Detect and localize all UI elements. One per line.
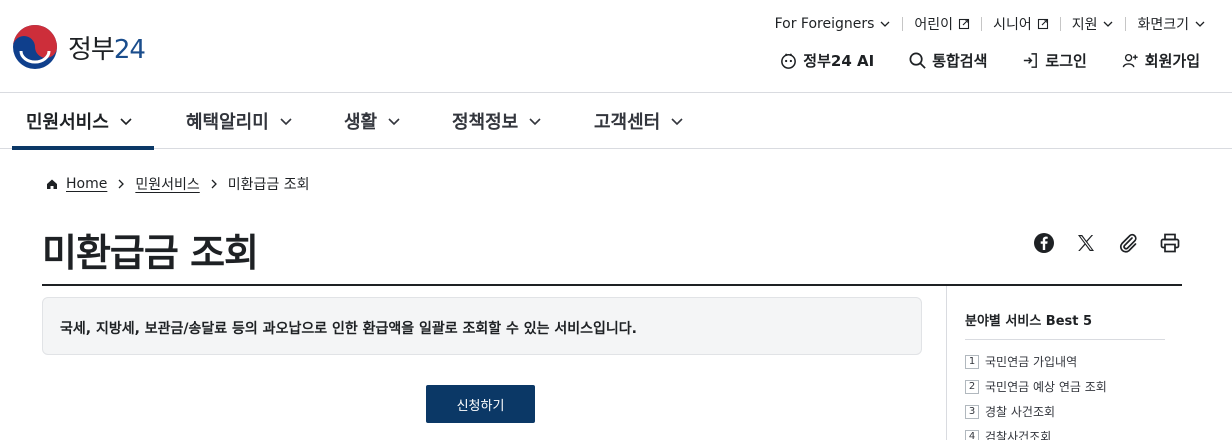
share-tools [1032, 231, 1182, 259]
copy-link-button[interactable] [1116, 231, 1140, 259]
ai-button-label: 정부24 AI [803, 52, 875, 70]
chevron-right-icon [118, 179, 125, 189]
util-support[interactable]: 지원 [1061, 14, 1126, 34]
list-item[interactable]: 2 국민연금 예상 연금 조회 [965, 374, 1165, 399]
signup-button-label: 회원가입 [1144, 52, 1200, 70]
list-item[interactable]: 1 국민연금 가입내역 [965, 349, 1165, 374]
search-icon [909, 52, 926, 69]
nav-policy-info-label: 정책정보 [452, 112, 519, 133]
title-divider [42, 284, 1182, 286]
nav-civil-service[interactable]: 민원서비스 [12, 93, 154, 150]
rank-badge: 2 [965, 379, 979, 394]
chevron-right-icon [211, 179, 217, 189]
nav-customer-center-label: 고객센터 [594, 112, 661, 133]
util-children[interactable]: 어린이 [903, 14, 981, 34]
rank-badge: 3 [965, 404, 979, 419]
breadcrumb-current: 미환급금 조회 [227, 177, 310, 193]
ai-button[interactable]: 정부24 AI [779, 50, 874, 71]
chevron-down-icon [880, 21, 890, 27]
login-button[interactable]: 로그인 [1021, 50, 1087, 71]
utility-menu: For Foreigners 어린이 시니어 지원 화면크기 [764, 14, 1206, 34]
sidebar-divider [946, 286, 947, 440]
chevron-down-icon [280, 118, 292, 126]
nav-customer-center[interactable]: 고객센터 [594, 93, 685, 149]
page-title: 미환급금 조회 [42, 231, 259, 275]
list-item-label: 국민연금 예상 연금 조회 [985, 380, 1107, 394]
util-screen-size-label: 화면크기 [1137, 17, 1189, 33]
breadcrumb-civil-service[interactable]: 민원서비스 [135, 174, 199, 194]
util-foreigners-label: For Foreigners [774, 16, 875, 32]
service-description-text: 국세, 지방세, 보관금/송달료 등의 과오납으로 인한 환급액을 일괄로 조회… [60, 321, 638, 337]
ai-mascot-icon [781, 53, 797, 69]
chevron-down-icon [1195, 21, 1205, 27]
printer-icon [1160, 233, 1180, 253]
nav-civil-service-label: 민원서비스 [26, 112, 109, 133]
apply-button[interactable]: 신청하기 [426, 385, 535, 423]
util-screen-size[interactable]: 화면크기 [1126, 14, 1206, 34]
service-description: 국세, 지방세, 보관금/송달료 등의 과오납으로 인한 환급액을 일괄로 조회… [42, 297, 922, 355]
search-button[interactable]: 통합검색 [908, 50, 987, 71]
logo-wordmark: 정부24 [68, 34, 146, 65]
list-item-label: 국민연금 가입내역 [985, 355, 1078, 369]
breadcrumb: Home 민원서비스 미환급금 조회 [46, 174, 309, 194]
util-senior-label: 시니어 [993, 17, 1032, 33]
nav-benefit-alert[interactable]: 혜택알리미 [186, 93, 294, 149]
nav-policy-info[interactable]: 정책정보 [452, 93, 543, 149]
login-button-label: 로그인 [1045, 52, 1087, 70]
x-logo-icon [1078, 235, 1094, 251]
rank-badge: 1 [965, 354, 979, 369]
chevron-down-icon [671, 118, 683, 126]
login-icon [1024, 53, 1038, 68]
paperclip-icon [1119, 233, 1137, 253]
nav-life[interactable]: 생활 [344, 93, 402, 149]
taegeuk-logo-icon [13, 25, 57, 69]
util-foreigners[interactable]: For Foreigners [764, 16, 903, 32]
print-button[interactable] [1158, 231, 1182, 259]
signup-button[interactable]: 회원가입 [1121, 50, 1200, 71]
add-user-icon [1122, 53, 1138, 68]
util-children-label: 어린이 [914, 17, 954, 33]
list-item-label: 경찰 사건조회 [985, 405, 1056, 419]
chevron-down-icon [388, 118, 400, 126]
list-item[interactable]: 3 경찰 사건조회 [965, 399, 1165, 424]
facebook-icon [1034, 233, 1054, 253]
site-logo[interactable]: 정부24 [12, 24, 146, 70]
nav-benefit-alert-label: 혜택알리미 [186, 112, 269, 133]
util-support-label: 지원 [1071, 17, 1098, 33]
chevron-down-icon [1104, 21, 1113, 27]
chevron-down-icon [529, 118, 541, 126]
facebook-share-button[interactable] [1032, 231, 1056, 259]
external-link-icon [959, 18, 970, 30]
search-button-label: 통합검색 [932, 52, 988, 70]
home-icon [47, 179, 57, 189]
main-nav: 민원서비스 혜택알리미 생활 정책정보 고객센터 [0, 92, 1232, 150]
util-senior[interactable]: 시니어 [982, 14, 1060, 34]
list-item[interactable]: 4 검찰사건조회 [965, 424, 1165, 440]
header-actions: 정부24 AI 통합검색 로그인 회원가입 [779, 50, 1200, 71]
best-services-list: 1 국민연금 가입내역 2 국민연금 예상 연금 조회 3 경찰 사건조회 4 검찰사건… [965, 349, 1165, 440]
rank-badge: 4 [965, 429, 979, 440]
chevron-down-icon [120, 118, 132, 126]
nav-life-label: 생활 [344, 112, 378, 133]
best-services: 분야별 서비스 Best 5 1 국민연금 가입내역 2 국민연금 예상 연금 조회… [965, 310, 1165, 440]
x-share-button[interactable] [1074, 231, 1098, 259]
list-item-label: 검찰사건조회 [985, 430, 1052, 440]
breadcrumb-home[interactable]: Home [66, 176, 107, 192]
best-services-title: 분야별 서비스 Best 5 [965, 310, 1165, 340]
external-link-icon [1037, 18, 1048, 30]
